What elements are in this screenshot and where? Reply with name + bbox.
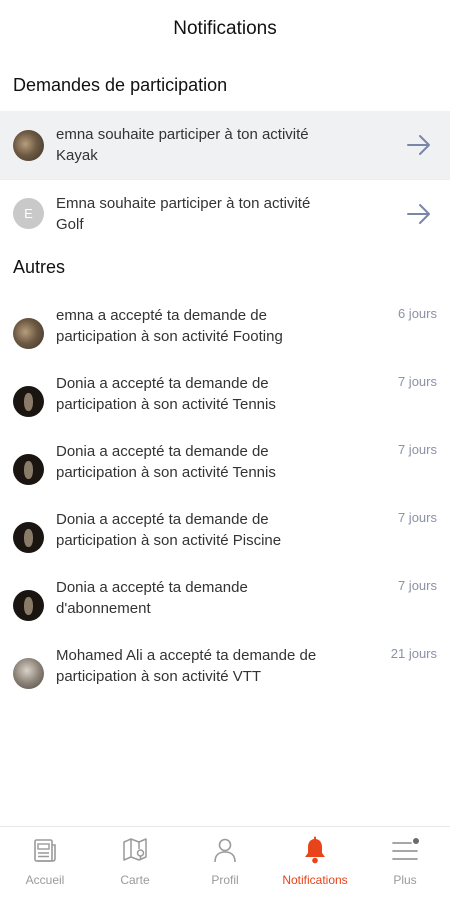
others-section-title: Autres — [13, 257, 66, 277]
nav-item-notifications[interactable]: Notifications — [270, 827, 360, 900]
list-item[interactable]: Mohamed Ali a accepté ta demande de part… — [0, 645, 450, 713]
avatar — [13, 129, 44, 161]
nav-item-accueil[interactable]: Accueil — [0, 827, 90, 900]
newspaper-icon — [34, 839, 56, 862]
nav-label: Accueil — [25, 873, 65, 887]
requests-section-title: Demandes de participation — [13, 75, 228, 95]
nav-label: Notifications — [282, 873, 348, 887]
avatar — [13, 658, 44, 689]
bottom-nav: Accueil Carte Profil Notifications Plus — [0, 826, 450, 900]
timestamp: 7 jours — [397, 374, 437, 389]
avatar — [13, 454, 44, 485]
list-item[interactable]: Donia a accepté ta demande de participat… — [0, 441, 450, 509]
request-item[interactable]: emna souhaite participer à ton activité … — [0, 111, 450, 179]
notifications-list: emna a accepté ta demande de participati… — [0, 305, 450, 713]
timestamp: 6 jours — [397, 306, 437, 321]
list-item[interactable]: emna a accepté ta demande de participati… — [0, 305, 450, 373]
notification-text: Donia a accepté ta demande de participat… — [56, 443, 276, 481]
requests-list: emna souhaite participer à ton activité … — [0, 111, 450, 247]
request-text: emna souhaite participer à ton activité … — [56, 126, 309, 164]
notification-text: Mohamed Ali a accepté ta demande de part… — [56, 647, 317, 685]
timestamp: 21 jours — [390, 646, 437, 661]
user-icon — [214, 838, 236, 863]
nav-label: Carte — [120, 873, 150, 887]
map-icon — [123, 838, 147, 861]
nav-item-plus[interactable]: Plus — [360, 827, 450, 900]
avatar — [13, 590, 44, 621]
bell-icon — [305, 836, 325, 864]
timestamp: 7 jours — [397, 510, 437, 525]
list-item[interactable]: Donia a accepté ta demande d'abonnement … — [0, 577, 450, 645]
app-header: Notifications — [0, 0, 450, 58]
notification-text: Donia a accepté ta demande de participat… — [56, 375, 276, 413]
nav-item-carte[interactable]: Carte — [90, 827, 180, 900]
avatar — [13, 386, 44, 417]
request-text: Emna souhaite participer à ton activité … — [56, 194, 311, 233]
notification-text: Donia a accepté ta demande de participat… — [56, 511, 282, 549]
notification-text: emna a accepté ta demande de participati… — [56, 307, 283, 345]
menu-icon — [392, 838, 419, 860]
page-title: Notifications — [173, 18, 277, 39]
avatar: E — [13, 198, 44, 229]
list-item[interactable]: Donia a accepté ta demande de participat… — [0, 509, 450, 577]
timestamp: 7 jours — [397, 578, 437, 593]
timestamp: 7 jours — [397, 442, 437, 457]
list-item[interactable]: Donia a accepté ta demande de participat… — [0, 373, 450, 441]
nav-label: Profil — [211, 873, 239, 887]
request-item[interactable]: E Emna souhaite participer à ton activit… — [0, 179, 450, 247]
avatar — [13, 318, 44, 349]
nav-label: Plus — [393, 873, 417, 887]
arrow-right-icon[interactable] — [405, 131, 433, 159]
avatar — [13, 522, 44, 553]
arrow-right-icon[interactable] — [405, 200, 433, 228]
notification-text: Donia a accepté ta demande d'abonnement — [56, 579, 248, 617]
nav-item-profil[interactable]: Profil — [180, 827, 270, 900]
